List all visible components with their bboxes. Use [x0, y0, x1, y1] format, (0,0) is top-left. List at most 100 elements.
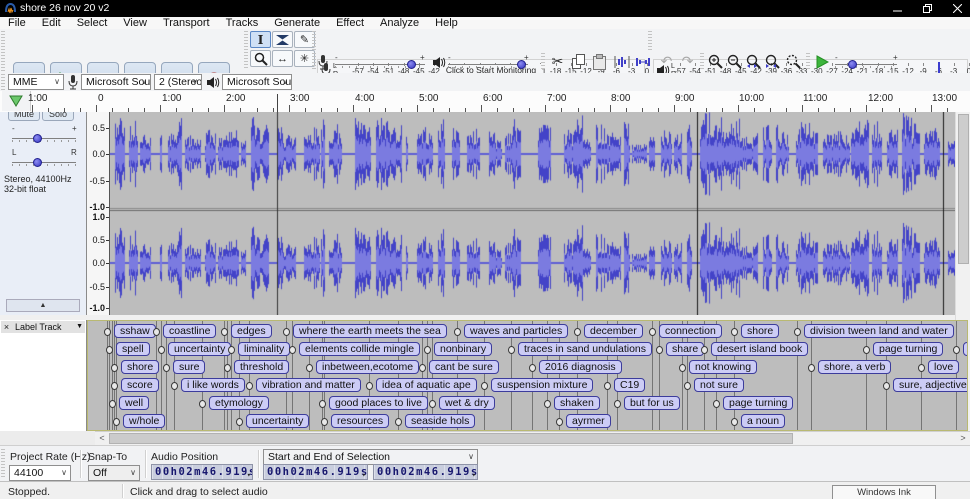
label-anchor[interactable]: [794, 328, 801, 336]
gain-thumb[interactable]: [33, 134, 42, 143]
label-pill[interactable]: waves and particles: [464, 324, 568, 338]
label-pill[interactable]: spell: [116, 342, 150, 356]
pinned-playhead-button[interactable]: [2, 91, 31, 111]
label-pill[interactable]: but for us: [624, 396, 680, 410]
minimize-button[interactable]: [882, 0, 912, 17]
label-anchor[interactable]: [701, 346, 708, 354]
mixer-toolbar-grip[interactable]: [312, 53, 316, 71]
play-at-speed-button[interactable]: [811, 53, 832, 70]
waveform-canvas[interactable]: [110, 112, 955, 315]
label-pill[interactable]: idea of aquatic ape: [376, 378, 477, 392]
selection-mode-select[interactable]: Start and End of Selection ∨: [263, 449, 478, 465]
label-track-title[interactable]: Label Track ▼: [12, 321, 85, 333]
menu-item-file[interactable]: File: [0, 17, 34, 29]
label-pill[interactable]: where the earth meets the sea: [293, 324, 447, 338]
scroll-right-button[interactable]: >: [956, 432, 970, 445]
project-rate-select[interactable]: 44100 ∨: [9, 465, 71, 481]
label-pill[interactable]: seaside hols: [405, 414, 475, 428]
timeline-ruler[interactable]: 1:0001:002:003:004:005:006:007:008:009:0…: [0, 91, 970, 113]
undo-button[interactable]: ↶: [656, 53, 677, 70]
label-anchor[interactable]: [544, 400, 551, 408]
label-pill[interactable]: uncertainty: [168, 342, 231, 356]
label-anchor[interactable]: [604, 382, 611, 390]
label-anchor[interactable]: [319, 400, 326, 408]
label-anchor[interactable]: [106, 346, 113, 354]
label-anchor[interactable]: [113, 418, 120, 426]
label-anchor[interactable]: [614, 400, 621, 408]
selection-tool-button[interactable]: I: [250, 31, 271, 48]
label-anchor[interactable]: [481, 382, 488, 390]
playback-volume-thumb[interactable]: [517, 60, 526, 69]
menu-item-view[interactable]: View: [115, 17, 155, 29]
label-anchor[interactable]: [649, 328, 656, 336]
label-anchor[interactable]: [228, 346, 235, 354]
label-pill[interactable]: liminality: [238, 342, 290, 356]
close-button[interactable]: [942, 0, 970, 17]
label-anchor[interactable]: [395, 418, 402, 426]
label-anchor[interactable]: [163, 364, 170, 372]
label-pill[interactable]: sure: [173, 360, 205, 374]
horizontal-scrollbar-thumb[interactable]: [109, 433, 793, 444]
menu-item-generate[interactable]: Generate: [266, 17, 328, 29]
recording-meter-grip[interactable]: [312, 31, 316, 51]
label-pill[interactable]: nonbinary: [434, 342, 492, 356]
label-anchor[interactable]: [221, 328, 228, 336]
zoom-selection-button[interactable]: [743, 53, 764, 70]
label-pill[interactable]: share: [666, 342, 704, 356]
label-anchor[interactable]: [918, 364, 925, 372]
label-pill[interactable]: division tween land and water: [804, 324, 954, 338]
label-pill[interactable]: a noun: [741, 414, 785, 428]
label-pill[interactable]: sure, adjective: [893, 378, 968, 392]
zoom-toggle-button[interactable]: [783, 53, 804, 70]
horizontal-scrollbar[interactable]: < >: [95, 431, 970, 446]
label-anchor[interactable]: [808, 364, 815, 372]
recording-volume-thumb[interactable]: [407, 60, 416, 69]
label-anchor[interactable]: [713, 400, 720, 408]
label-anchor[interactable]: [158, 346, 165, 354]
label-anchor[interactable]: [111, 364, 118, 372]
label-pill[interactable]: i like words: [181, 378, 245, 392]
label-pill[interactable]: page turning: [723, 396, 793, 410]
label-anchor[interactable]: [731, 418, 738, 426]
label-anchor[interactable]: [429, 400, 436, 408]
label-pill[interactable]: 2016 diagnosis: [539, 360, 622, 374]
label-pill[interactable]: resources: [331, 414, 389, 428]
restore-button[interactable]: [912, 0, 942, 17]
label-pill[interactable]: uncertainty: [246, 414, 309, 428]
audio-position-field[interactable]: 00h02m46.919s ▾: [151, 464, 253, 480]
label-anchor[interactable]: [153, 328, 160, 336]
label-anchor[interactable]: [883, 382, 890, 390]
recording-channels-select[interactable]: 2 (Stereo) ∨: [154, 74, 202, 90]
label-pill[interactable]: threshold: [234, 360, 289, 374]
cut-button[interactable]: ✂: [547, 53, 568, 70]
label-anchor[interactable]: [111, 382, 118, 390]
label-anchor[interactable]: [321, 418, 328, 426]
label-anchor[interactable]: [574, 328, 581, 336]
label-pill[interactable]: ayrmer: [566, 414, 611, 428]
pan-thumb[interactable]: [33, 158, 42, 167]
label-pill[interactable]: wet & dry: [439, 396, 495, 410]
vertical-scale-ruler[interactable]: 0.50.0-0.5-1.01.00.50.0-0.5-1.0: [87, 112, 110, 315]
trim-audio-button[interactable]: [611, 53, 632, 70]
label-anchor[interactable]: [454, 328, 461, 336]
menu-item-edit[interactable]: Edit: [34, 17, 69, 29]
label-pill[interactable]: edges: [231, 324, 272, 338]
device-toolbar-grip[interactable]: [1, 74, 5, 90]
timeshift-tool-button[interactable]: ↔: [272, 50, 293, 67]
label-pill[interactable]: vibration and matter: [256, 378, 361, 392]
snap-to-select[interactable]: Off ∨: [88, 465, 140, 481]
vertical-scrollbar-thumb[interactable]: [958, 114, 969, 264]
playback-device-select[interactable]: Microsoft Sour ∨: [222, 74, 292, 90]
label-pill[interactable]: cant be sure: [429, 360, 499, 374]
zoom-out-button[interactable]: [724, 53, 745, 70]
zoom-in-button[interactable]: [705, 53, 726, 70]
tools-toolbar-grip[interactable]: [244, 31, 248, 69]
selection-end-field[interactable]: 00h02m46.919s ▾: [373, 464, 478, 480]
zoom-toolbar-grip[interactable]: [700, 53, 704, 71]
redo-button[interactable]: ↷: [677, 53, 698, 70]
label-anchor[interactable]: [306, 364, 313, 372]
label-pill[interactable]: shore, a verb: [818, 360, 891, 374]
zoom-tool-button[interactable]: [250, 50, 271, 67]
close-track-button[interactable]: ×: [1, 321, 12, 333]
selection-toolbar-grip[interactable]: [1, 449, 5, 479]
